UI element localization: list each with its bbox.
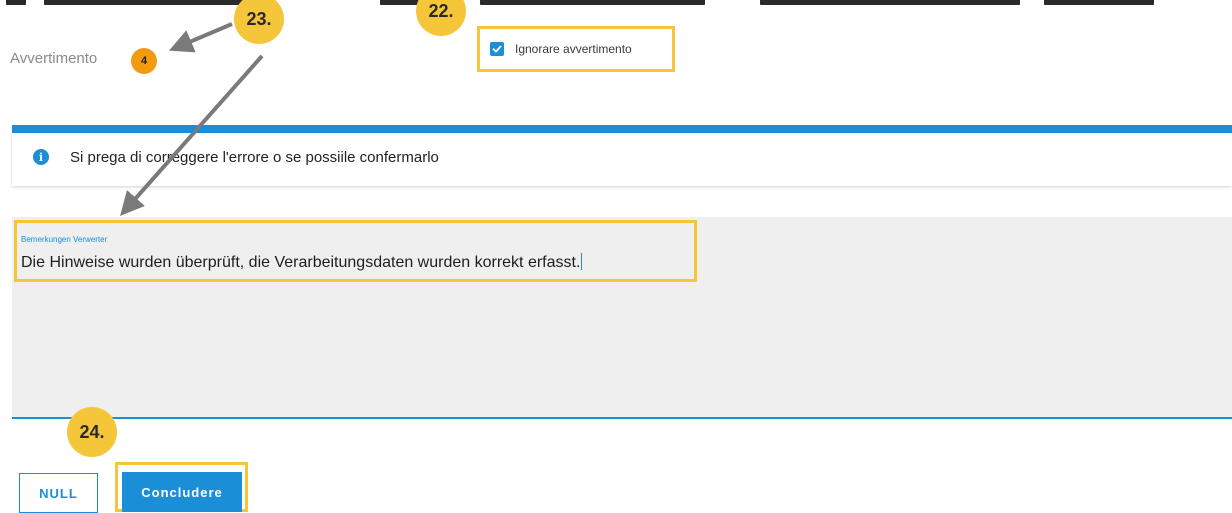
callout-24: 24.: [67, 407, 117, 457]
text-caret: [581, 253, 583, 270]
remarks-field-label: Bemerkungen Verwerter: [21, 235, 108, 244]
ignore-warning-label: Ignorare avvertimento: [515, 42, 632, 56]
info-icon: i: [33, 149, 49, 165]
info-banner: i Si prega di correggere l'errore o se p…: [12, 133, 1232, 186]
remarks-field-value: Die Hinweise wurden überprüft, die Verar…: [21, 253, 583, 272]
checkbox-checked-icon[interactable]: [490, 42, 504, 56]
callout-23: 23.: [234, 0, 284, 44]
info-message: Si prega di correggere l'errore o se pos…: [70, 149, 439, 166]
warning-count-badge: 4: [131, 48, 157, 74]
arrow-to-warning-badge: [168, 22, 233, 53]
info-banner-stripe: [12, 125, 1232, 133]
ignore-warning-checkbox[interactable]: Ignorare avvertimento: [477, 26, 675, 72]
conclude-button[interactable]: Concludere: [122, 472, 242, 512]
remarks-textarea[interactable]: Bemerkungen Verwerter Die Hinweise wurde…: [12, 217, 1232, 419]
remarks-highlight-frame: [14, 220, 697, 282]
callout-22: 22.: [416, 0, 466, 36]
warning-label: Avvertimento: [10, 50, 98, 67]
remarks-text: Die Hinweise wurden überprüft, die Verar…: [21, 254, 581, 271]
clipped-heading: [0, 0, 1232, 8]
null-button[interactable]: NULL: [19, 473, 98, 513]
